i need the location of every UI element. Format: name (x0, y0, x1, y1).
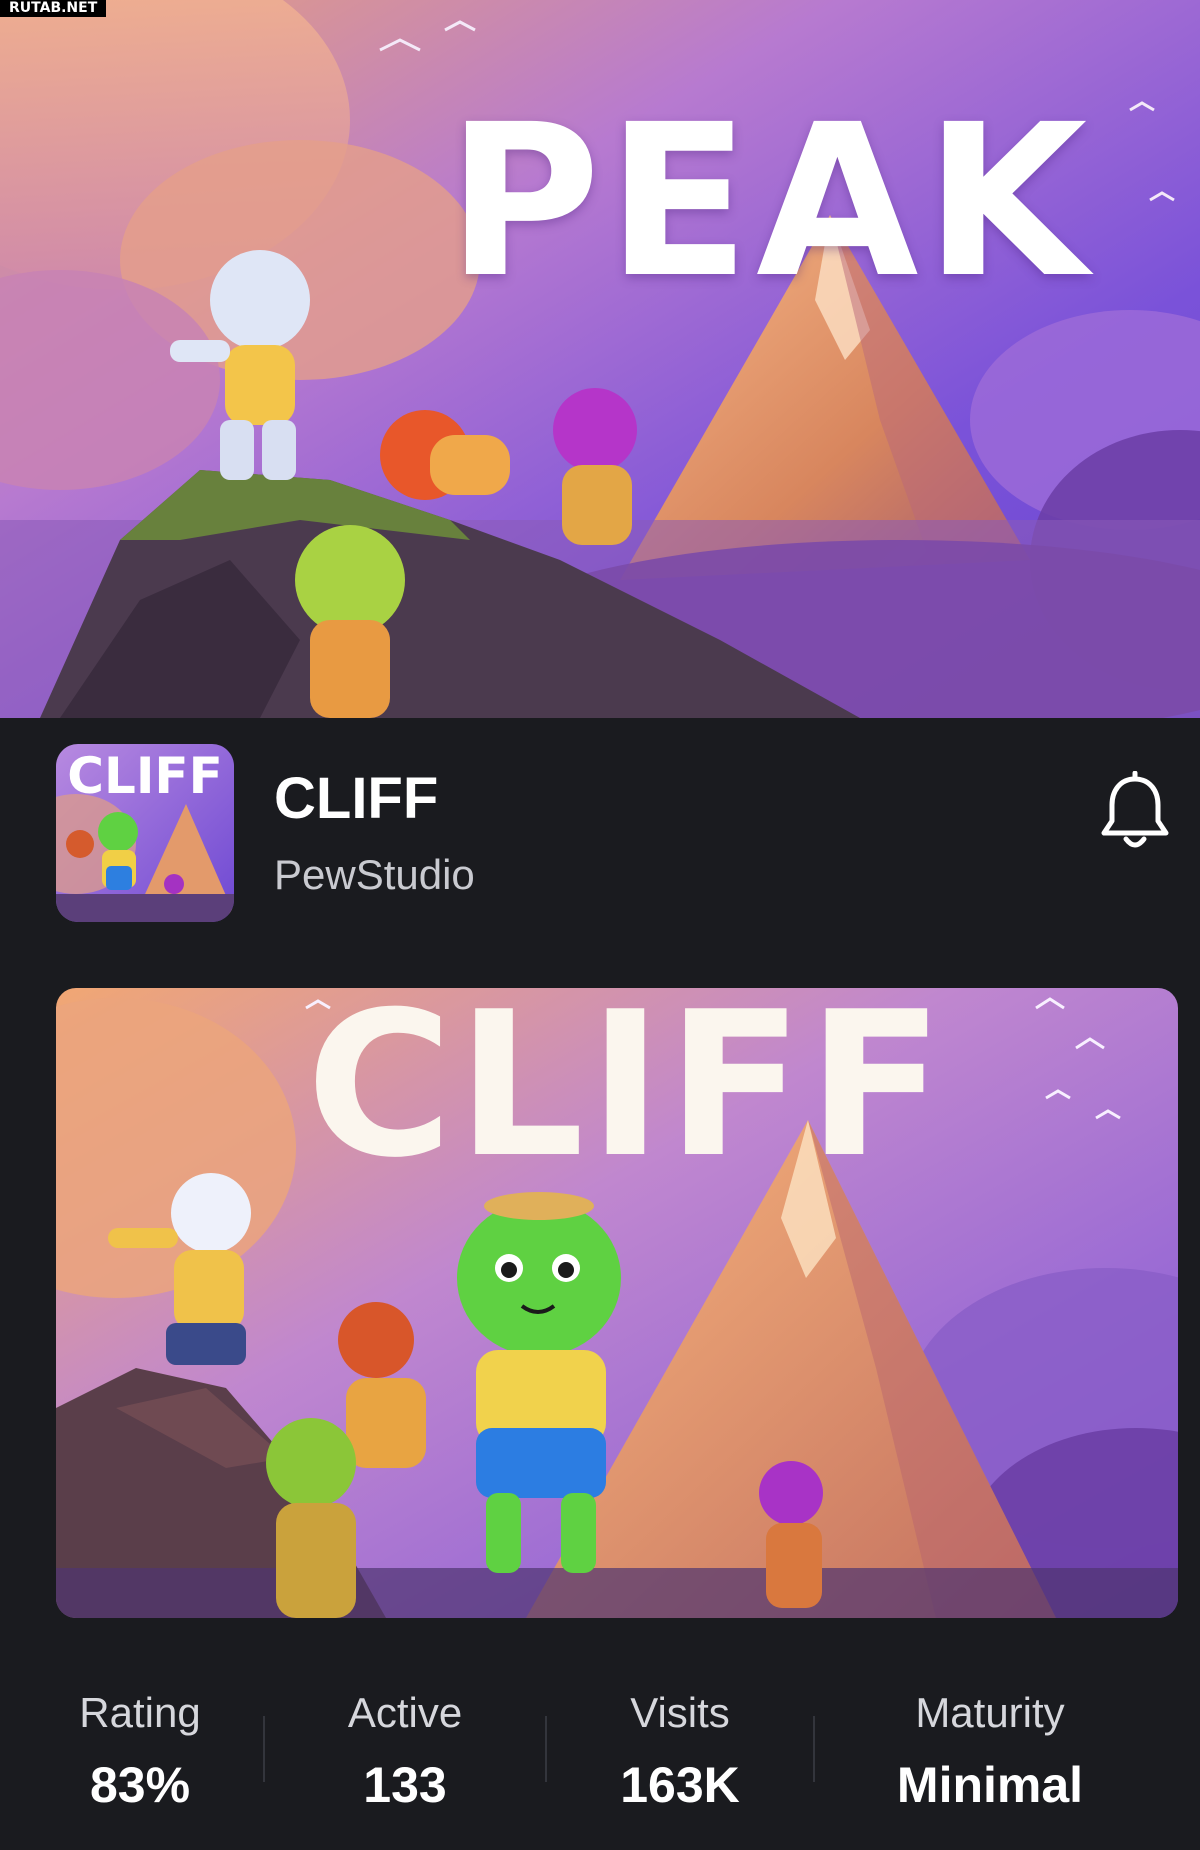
stat-value: 133 (363, 1757, 447, 1813)
stat-value: 163K (620, 1757, 740, 1813)
stat-value: 83% (89, 1757, 191, 1813)
thumb-character-purple (759, 1461, 823, 1608)
game-details-screen: PEAK RUTAB.NET CLIFF CLIFF PewStudio CLI… (0, 0, 1200, 1850)
bell-icon (1101, 770, 1169, 848)
stat-label: Active (347, 1689, 463, 1736)
game-header: CLIFF CLIFF PewStudio (0, 718, 1200, 943)
game-icon[interactable]: CLIFF (56, 744, 234, 922)
watermark-label: RUTAB.NET (0, 0, 107, 17)
stat-active: Active 133 (305, 1668, 505, 1828)
developer-name[interactable]: PewStudio (274, 850, 475, 900)
stats-bar: Rating 83% Active 133 Visits 163K Maturi… (0, 1668, 1200, 1828)
stat-value: Minimal (896, 1757, 1084, 1813)
thumbnail-title: CLIFF (306, 988, 948, 1202)
stat-visits: Visits 163K (580, 1668, 780, 1828)
game-thumbnail[interactable]: CLIFF (56, 988, 1178, 1618)
stat-label: Maturity (915, 1689, 1065, 1736)
hero-title: PEAK (446, 79, 1094, 324)
notification-button[interactable] (1096, 770, 1174, 853)
stat-label: Rating (79, 1689, 201, 1736)
stat-label: Visits (630, 1689, 730, 1736)
stat-rating: Rating 83% (40, 1668, 240, 1828)
stat-divider (263, 1716, 265, 1782)
stat-divider (813, 1716, 815, 1782)
stat-divider (545, 1716, 547, 1782)
stat-maturity: Maturity Minimal (860, 1668, 1120, 1828)
game-title: CLIFF (274, 766, 439, 831)
thumb-character-green-small (266, 1418, 356, 1618)
game-icon-title: CLIFF (67, 747, 223, 805)
hero-banner: PEAK RUTAB.NET (0, 0, 1200, 718)
